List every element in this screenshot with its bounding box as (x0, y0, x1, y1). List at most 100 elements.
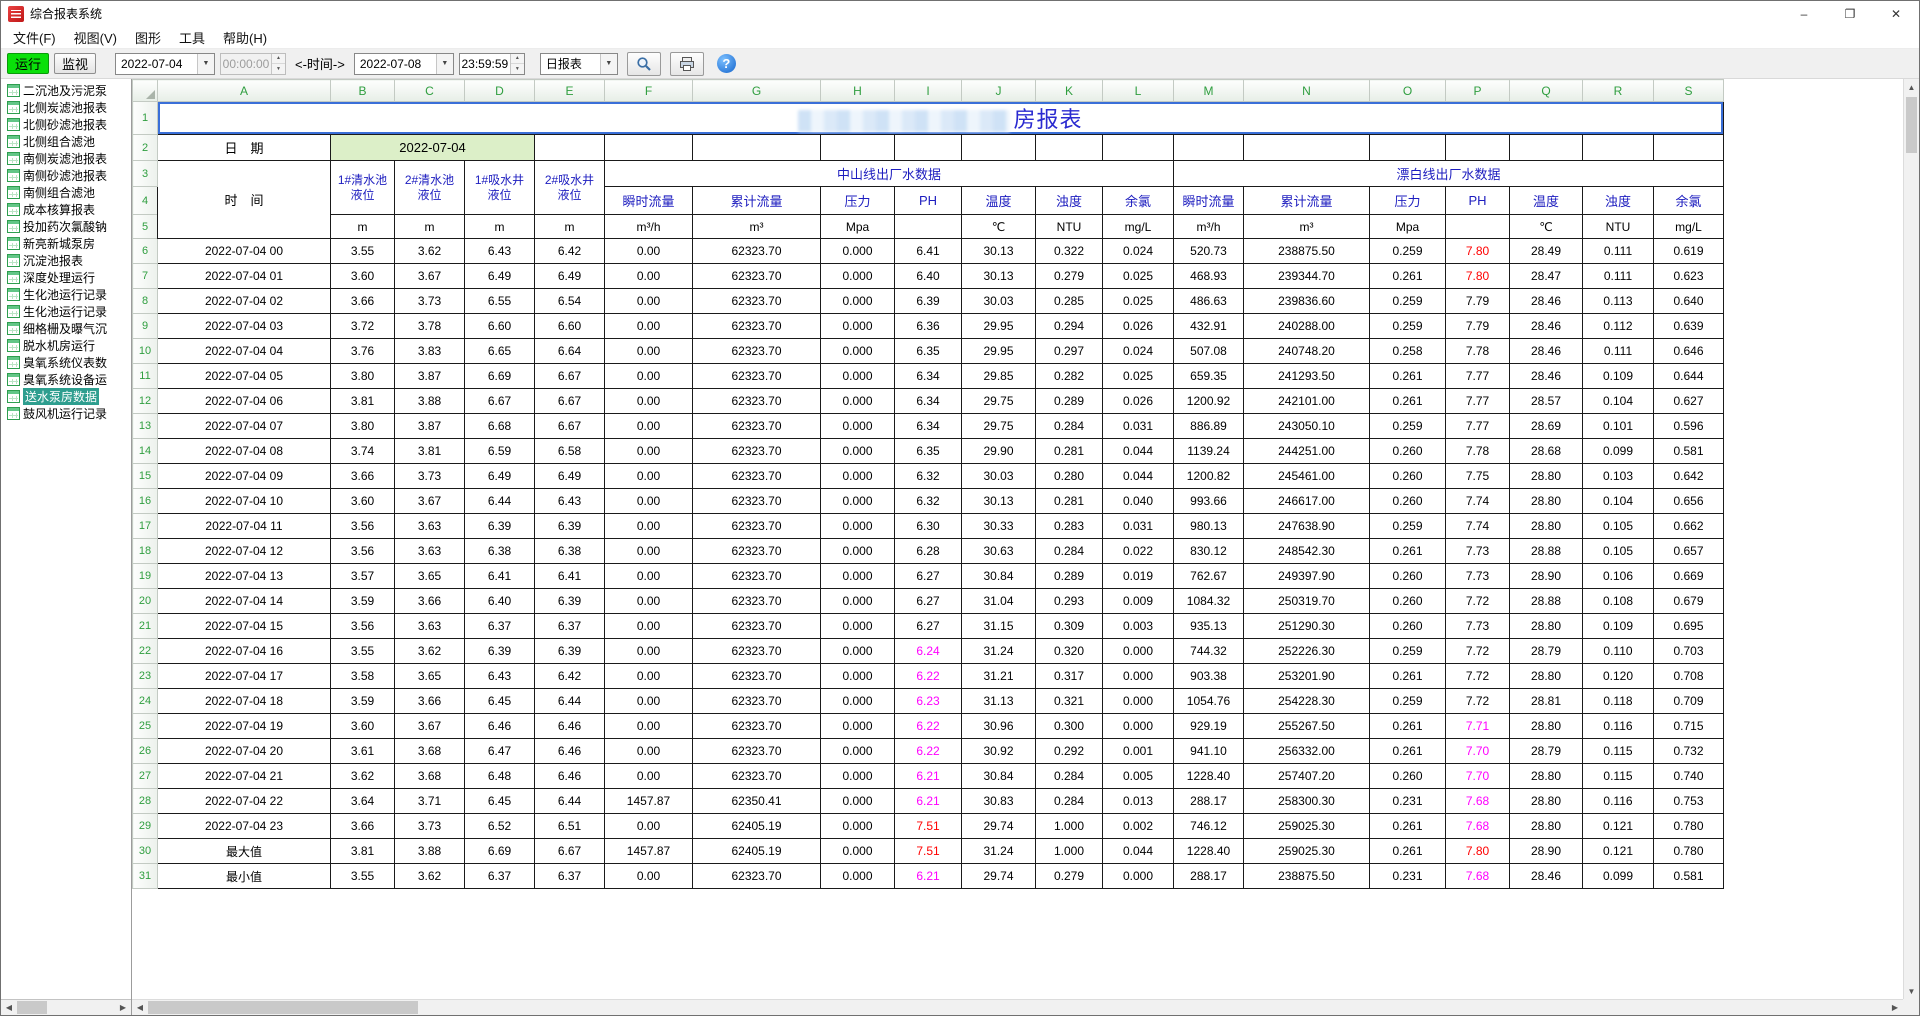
data-cell[interactable]: 3.66 (331, 814, 395, 839)
data-cell[interactable]: 0.111 (1583, 239, 1654, 264)
data-cell[interactable]: 0.260 (1370, 464, 1446, 489)
data-cell[interactable]: 6.22 (895, 664, 962, 689)
time-spinner[interactable] (271, 54, 285, 74)
data-cell[interactable]: 0.260 (1370, 589, 1446, 614)
data-cell[interactable]: 0.231 (1370, 864, 1446, 889)
time-cell[interactable]: 2022-07-04 12 (158, 539, 331, 564)
data-cell[interactable]: 258300.30 (1244, 789, 1370, 814)
data-cell[interactable]: 6.36 (895, 314, 962, 339)
data-cell[interactable]: 0.000 (1103, 664, 1174, 689)
data-cell[interactable]: 1084.32 (1174, 589, 1244, 614)
data-cell[interactable]: 7.73 (1446, 564, 1510, 589)
data-cell[interactable]: 6.45 (465, 789, 535, 814)
data-cell[interactable]: 3.66 (331, 464, 395, 489)
sidebar-item[interactable]: 细格栅及曝气沉 (1, 320, 131, 337)
data-cell[interactable]: 3.60 (331, 489, 395, 514)
time-cell[interactable]: 2022-07-04 14 (158, 589, 331, 614)
data-cell[interactable]: 30.92 (962, 739, 1036, 764)
data-cell[interactable]: 3.73 (395, 464, 465, 489)
empty-cell[interactable] (1446, 135, 1510, 161)
data-cell[interactable]: 6.39 (535, 589, 605, 614)
data-cell[interactable]: 238875.50 (1244, 864, 1370, 889)
data-cell[interactable]: 29.95 (962, 314, 1036, 339)
spin-up-icon[interactable] (272, 54, 285, 64)
data-cell[interactable]: 762.67 (1174, 564, 1244, 589)
data-cell[interactable]: 6.43 (535, 489, 605, 514)
data-cell[interactable]: 28.80 (1510, 789, 1583, 814)
data-cell[interactable]: 288.17 (1174, 864, 1244, 889)
data-cell[interactable]: 0.281 (1036, 439, 1103, 464)
data-cell[interactable]: 62323.70 (693, 664, 821, 689)
row-number[interactable]: 18 (133, 539, 158, 564)
data-cell[interactable]: 7.72 (1446, 639, 1510, 664)
data-cell[interactable]: 6.35 (895, 339, 962, 364)
data-cell[interactable]: 6.21 (895, 789, 962, 814)
data-cell[interactable]: 250319.70 (1244, 589, 1370, 614)
data-cell[interactable]: 31.24 (962, 839, 1036, 864)
data-cell[interactable]: 6.64 (535, 339, 605, 364)
data-cell[interactable]: 6.41 (535, 564, 605, 589)
data-cell[interactable]: 7.80 (1446, 239, 1510, 264)
data-cell[interactable]: 62405.19 (693, 839, 821, 864)
date-value-cell[interactable]: 2022-07-04 (331, 135, 535, 161)
row-number[interactable]: 25 (133, 714, 158, 739)
row-number[interactable]: 30 (133, 839, 158, 864)
data-cell[interactable]: 7.80 (1446, 264, 1510, 289)
data-cell[interactable]: 0.000 (821, 414, 895, 439)
data-cell[interactable]: 0.284 (1036, 414, 1103, 439)
row-number[interactable]: 21 (133, 614, 158, 639)
data-cell[interactable]: 6.37 (465, 864, 535, 889)
data-cell[interactable]: 6.67 (465, 389, 535, 414)
time-cell[interactable]: 2022-07-04 11 (158, 514, 331, 539)
empty-cell[interactable] (1510, 135, 1583, 161)
data-cell[interactable]: 0.00 (605, 414, 693, 439)
data-cell[interactable]: 0.00 (605, 464, 693, 489)
data-cell[interactable]: 29.74 (962, 864, 1036, 889)
row-number[interactable]: 27 (133, 764, 158, 789)
data-cell[interactable]: 0.000 (821, 689, 895, 714)
data-cell[interactable]: 0.00 (605, 689, 693, 714)
data-cell[interactable]: 0.116 (1583, 789, 1654, 814)
data-cell[interactable]: 929.19 (1174, 714, 1244, 739)
data-cell[interactable]: 259025.30 (1244, 839, 1370, 864)
data-cell[interactable]: 0.109 (1583, 364, 1654, 389)
data-cell[interactable]: 28.46 (1510, 364, 1583, 389)
data-cell[interactable]: 6.60 (535, 314, 605, 339)
sidebar-item[interactable]: 南侧炭滤池报表 (1, 150, 131, 167)
measure-header-cell[interactable]: PH (1446, 187, 1510, 215)
data-cell[interactable]: 28.46 (1510, 314, 1583, 339)
column-header-J[interactable]: J (962, 80, 1036, 102)
data-cell[interactable]: 28.80 (1510, 814, 1583, 839)
column-header-E[interactable]: E (535, 80, 605, 102)
level-header-cell[interactable]: 2#吸水井 液位 (535, 161, 605, 215)
data-cell[interactable]: 7.77 (1446, 389, 1510, 414)
data-cell[interactable]: 0.000 (821, 239, 895, 264)
spin-down-icon[interactable] (272, 63, 285, 74)
measure-header-cell[interactable]: 压力 (1370, 187, 1446, 215)
data-cell[interactable]: 0.00 (605, 864, 693, 889)
data-cell[interactable]: 6.46 (535, 714, 605, 739)
time-cell[interactable]: 2022-07-04 01 (158, 264, 331, 289)
data-cell[interactable]: 28.90 (1510, 564, 1583, 589)
data-cell[interactable]: 31.04 (962, 589, 1036, 614)
data-cell[interactable]: 0.261 (1370, 714, 1446, 739)
data-cell[interactable]: 0.261 (1370, 664, 1446, 689)
data-cell[interactable]: 62405.19 (693, 814, 821, 839)
time-cell[interactable]: 最小值 (158, 864, 331, 889)
data-cell[interactable]: 0.320 (1036, 639, 1103, 664)
empty-cell[interactable] (1583, 135, 1654, 161)
data-cell[interactable]: 28.68 (1510, 439, 1583, 464)
row-number[interactable]: 3 (133, 161, 158, 187)
data-cell[interactable]: 6.24 (895, 639, 962, 664)
row-number[interactable]: 4 (133, 187, 158, 215)
data-cell[interactable]: 6.48 (465, 764, 535, 789)
data-cell[interactable]: 3.67 (395, 714, 465, 739)
data-cell[interactable]: 3.88 (395, 839, 465, 864)
data-cell[interactable]: 0.00 (605, 314, 693, 339)
data-cell[interactable]: 0.284 (1036, 764, 1103, 789)
data-cell[interactable]: 0.282 (1036, 364, 1103, 389)
sidebar-item[interactable]: 二沉池及污泥泵 (1, 82, 131, 99)
spin-up-icon[interactable] (511, 54, 524, 64)
level-header-cell[interactable]: 1#清水池 液位 (331, 161, 395, 215)
data-cell[interactable]: 245461.00 (1244, 464, 1370, 489)
